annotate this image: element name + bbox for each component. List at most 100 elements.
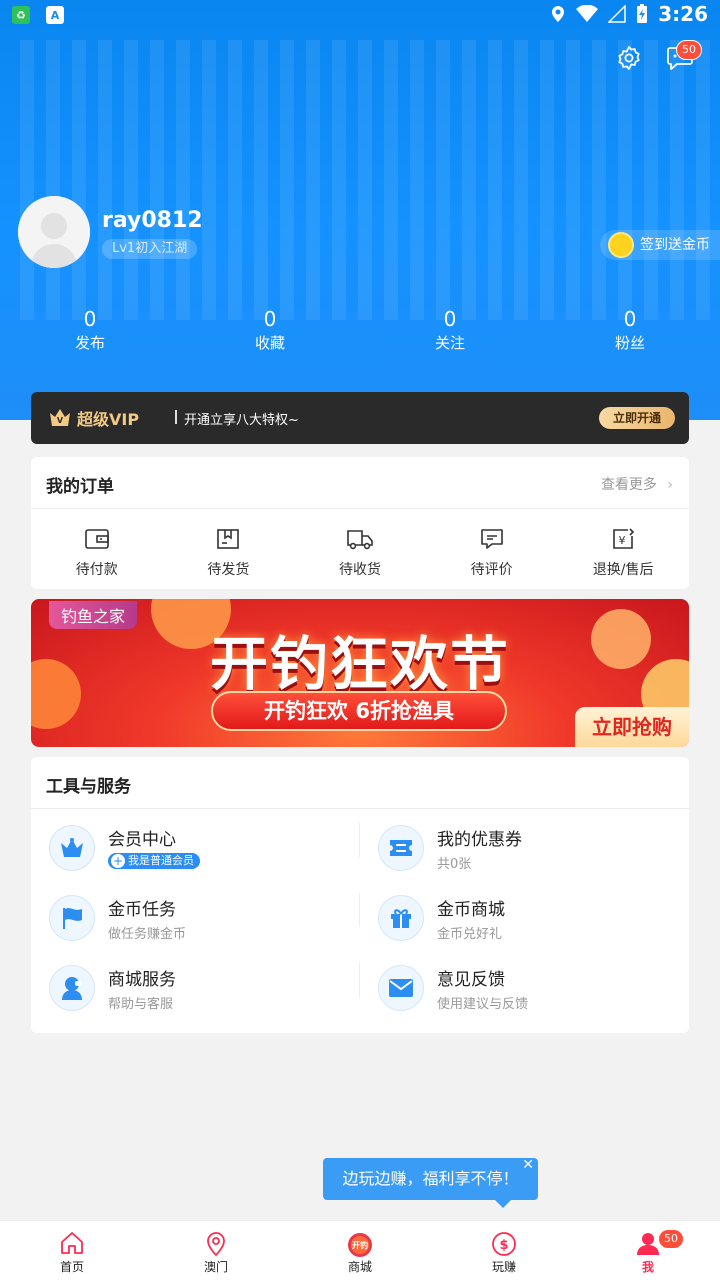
view-more-label: 查看更多	[600, 477, 657, 493]
mail-icon	[389, 979, 413, 997]
order-pending-review[interactable]: 待评价	[426, 527, 558, 579]
clock: 3:26	[658, 2, 708, 26]
tool-subtitle: 共0张	[437, 857, 472, 872]
order-pending-receipt[interactable]: 待收货	[294, 527, 426, 579]
tab-mall[interactable]: 开钓 商城	[288, 1221, 432, 1280]
member-level-badge: + 我是普通会员	[108, 853, 200, 869]
tool-coin-tasks[interactable]: 金币任务 做任务赚金币	[49, 889, 349, 949]
signin-button[interactable]: 签到送金币	[600, 230, 720, 260]
tab-macau[interactable]: 澳门	[144, 1221, 288, 1280]
tool-icon-circle	[378, 965, 424, 1011]
signin-label: 签到送金币	[640, 237, 710, 253]
tools-services-card: 工具与服务 会员中心 + 我是普通会员 我的优惠券 共0张 金币任务 做任务赚金…	[31, 757, 689, 1033]
wifi-icon	[576, 5, 599, 22]
tool-title: 金币任务	[108, 900, 176, 920]
shop-icon-text: 开钓	[352, 1240, 368, 1250]
vip-banner[interactable]: V 超级VIP 开通立享八大特权~ 立即开通	[31, 392, 689, 444]
settings-button[interactable]	[609, 38, 649, 78]
order-pending-payment[interactable]: 待付款	[31, 527, 163, 579]
box-icon	[217, 529, 240, 549]
home-icon	[61, 1232, 83, 1254]
tab-label: 商城	[347, 1260, 372, 1274]
order-label: 退换/售后	[592, 562, 654, 578]
comment-icon	[480, 529, 503, 549]
tool-mall-service[interactable]: 商城服务 帮助与客服	[49, 959, 349, 1019]
tool-subtitle: 帮助与客服	[108, 997, 174, 1012]
stat-count: 0	[83, 307, 97, 331]
vip-title: 超级VIP	[77, 410, 140, 429]
tab-me[interactable]: 我 50	[576, 1221, 720, 1280]
tool-icon-circle	[49, 825, 95, 871]
tools-header: 工具与服务	[31, 757, 689, 809]
message-badge: 50	[676, 40, 702, 60]
battery-icon	[637, 4, 648, 23]
tool-subtitle: 金币兑好礼	[437, 927, 503, 942]
tool-icon-circle	[49, 965, 95, 1011]
avatar[interactable]	[18, 196, 90, 268]
orders-card: 我的订单 查看更多 › 待付款 待发货 待收货 待评价 ¥ 退换/售后	[31, 457, 689, 589]
earn-tooltip[interactable]: 边玩边赚，福利享不停！ ✕	[323, 1157, 538, 1208]
tab-earn[interactable]: $ 玩赚	[432, 1221, 576, 1280]
tooltip-tail	[495, 1200, 511, 1208]
stat-favorites[interactable]: 0 收藏	[180, 306, 360, 354]
stat-label: 发布	[74, 334, 105, 352]
order-status-row: 待付款 待发货 待收货 待评价 ¥ 退换/售后	[31, 509, 689, 579]
vip-divider	[175, 410, 177, 424]
svg-text:¥: ¥	[619, 534, 626, 547]
tool-title: 我的优惠券	[437, 830, 522, 850]
member-level-text: 我是普通会员	[128, 854, 194, 867]
app-notification-icon: ♻	[12, 6, 30, 24]
tool-coin-mall[interactable]: 金币商城 金币兑好礼	[378, 889, 678, 949]
tool-my-coupons[interactable]: 我的优惠券 共0张	[378, 819, 678, 879]
tool-icon-circle	[49, 895, 95, 941]
earn-icon: $	[492, 1232, 516, 1256]
level-badge: Lv1初入江湖	[102, 239, 198, 259]
ticket-icon	[390, 840, 412, 856]
username: ray0812	[102, 208, 203, 233]
orders-title: 我的订单	[46, 477, 114, 497]
orders-view-more[interactable]: 查看更多 ›	[601, 474, 673, 494]
flag-icon	[63, 908, 82, 929]
order-label: 待付款	[75, 562, 118, 578]
shop-icon: 开钓	[348, 1233, 372, 1257]
tool-title: 意见反馈	[437, 970, 505, 990]
tool-icon-circle	[378, 825, 424, 871]
crown-icon	[61, 838, 83, 857]
location-icon	[207, 1232, 225, 1257]
stat-posts[interactable]: 0 发布	[0, 306, 180, 354]
header-background-pattern	[20, 40, 710, 320]
divider	[359, 963, 360, 997]
tab-home[interactable]: 首页	[0, 1221, 144, 1280]
divider	[359, 823, 360, 857]
banner-subline: 开钓狂欢 6折抢渔具	[211, 691, 507, 731]
signal-icon	[608, 5, 626, 23]
tools-title: 工具与服务	[46, 777, 131, 797]
status-bar: ♻ A 3:26	[0, 0, 720, 32]
wallet-icon	[84, 529, 109, 549]
stat-fans[interactable]: 0 粉丝	[540, 306, 720, 354]
promo-banner[interactable]: 钓鱼之家 开钓狂欢节 开钓狂欢 6折抢渔具 立即抢购	[31, 599, 689, 747]
stat-label: 粉丝	[614, 334, 645, 352]
banner-cta-button[interactable]: 立即抢购	[575, 707, 689, 747]
chevron-right-icon: ›	[667, 477, 673, 493]
vip-description: 开通立享八大特权~	[184, 413, 299, 428]
vip-open-button[interactable]: 立即开通	[599, 407, 675, 429]
tools-grid: 会员中心 + 我是普通会员 我的优惠券 共0张 金币任务 做任务赚金币 金币商城…	[31, 809, 689, 1033]
truck-icon	[347, 530, 373, 550]
close-icon[interactable]: ✕	[522, 1144, 534, 1186]
tool-member-center[interactable]: 会员中心 + 我是普通会员	[49, 819, 349, 879]
order-pending-shipment[interactable]: 待发货	[163, 527, 295, 579]
profile-stats: 0 发布 0 收藏 0 关注 0 粉丝	[0, 306, 720, 354]
tool-subtitle: 做任务赚金币	[108, 927, 187, 942]
order-label: 待发货	[207, 562, 250, 578]
service-icon	[62, 977, 82, 1000]
order-refund[interactable]: ¥ 退换/售后	[557, 527, 689, 579]
order-label: 待收货	[338, 562, 381, 578]
plus-icon: +	[111, 854, 125, 868]
stat-following[interactable]: 0 关注	[360, 306, 540, 354]
stat-count: 0	[263, 307, 277, 331]
location-status-icon	[552, 6, 565, 22]
messages-button[interactable]: 50	[660, 38, 702, 78]
tool-feedback[interactable]: 意见反馈 使用建议与反馈	[378, 959, 678, 1019]
divider	[359, 893, 360, 927]
